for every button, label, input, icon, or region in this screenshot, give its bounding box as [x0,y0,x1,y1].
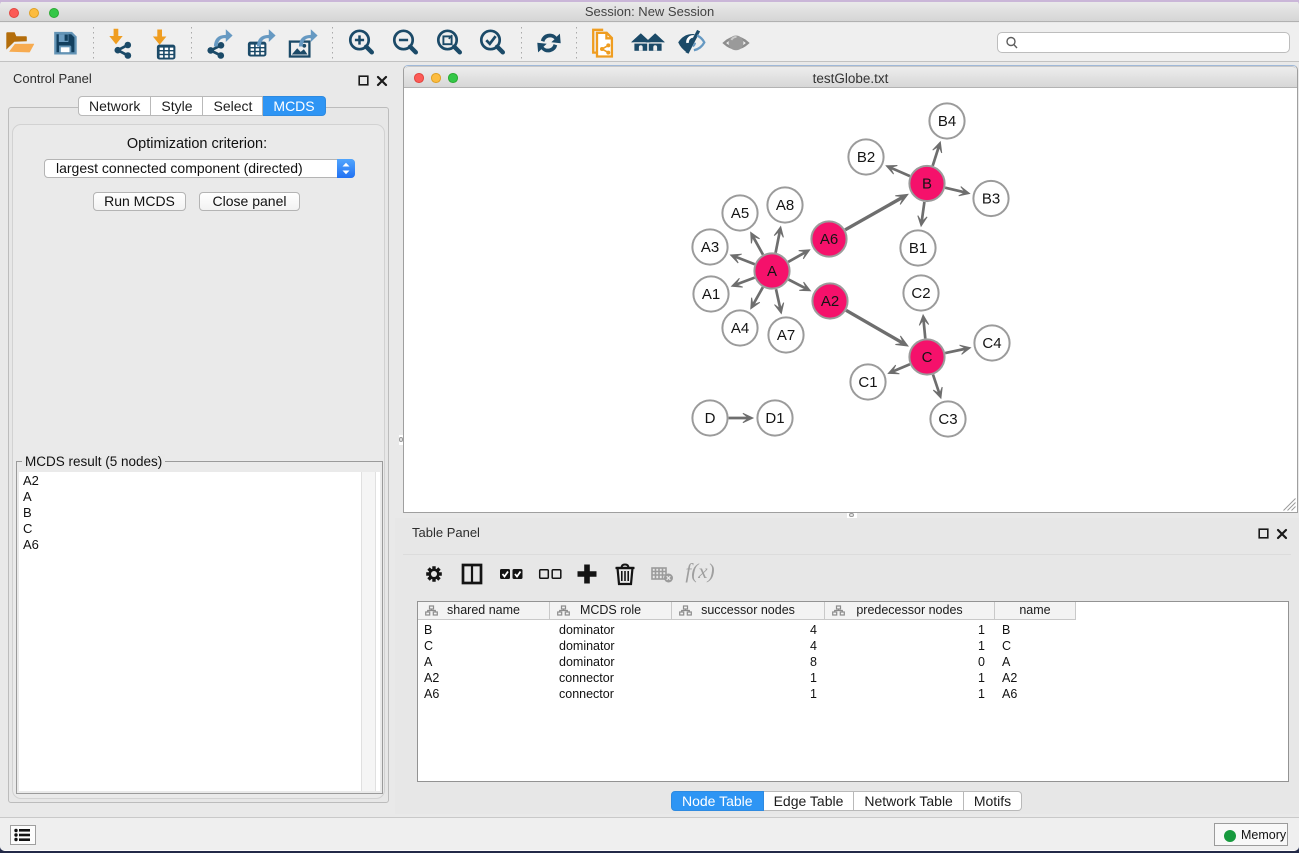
svg-text:A8: A8 [776,197,794,214]
svg-text:A4: A4 [731,320,749,337]
svg-text:C4: C4 [982,335,1001,352]
svg-text:D: D [705,410,716,427]
svg-text:B4: B4 [938,113,956,130]
svg-text:C3: C3 [938,411,957,428]
svg-text:A3: A3 [701,239,719,256]
svg-text:C2: C2 [911,285,930,302]
svg-text:A2: A2 [821,293,839,310]
svg-text:B: B [922,176,932,193]
svg-text:A7: A7 [777,327,795,344]
svg-text:A5: A5 [731,205,749,222]
svg-text:B1: B1 [909,240,927,257]
svg-text:D1: D1 [765,410,784,427]
svg-text:A: A [767,263,777,280]
svg-text:C1: C1 [858,374,877,391]
svg-text:C: C [922,349,933,366]
svg-text:A6: A6 [820,231,838,248]
svg-text:B3: B3 [982,191,1000,208]
svg-text:B2: B2 [857,149,875,166]
svg-text:A1: A1 [702,286,720,303]
